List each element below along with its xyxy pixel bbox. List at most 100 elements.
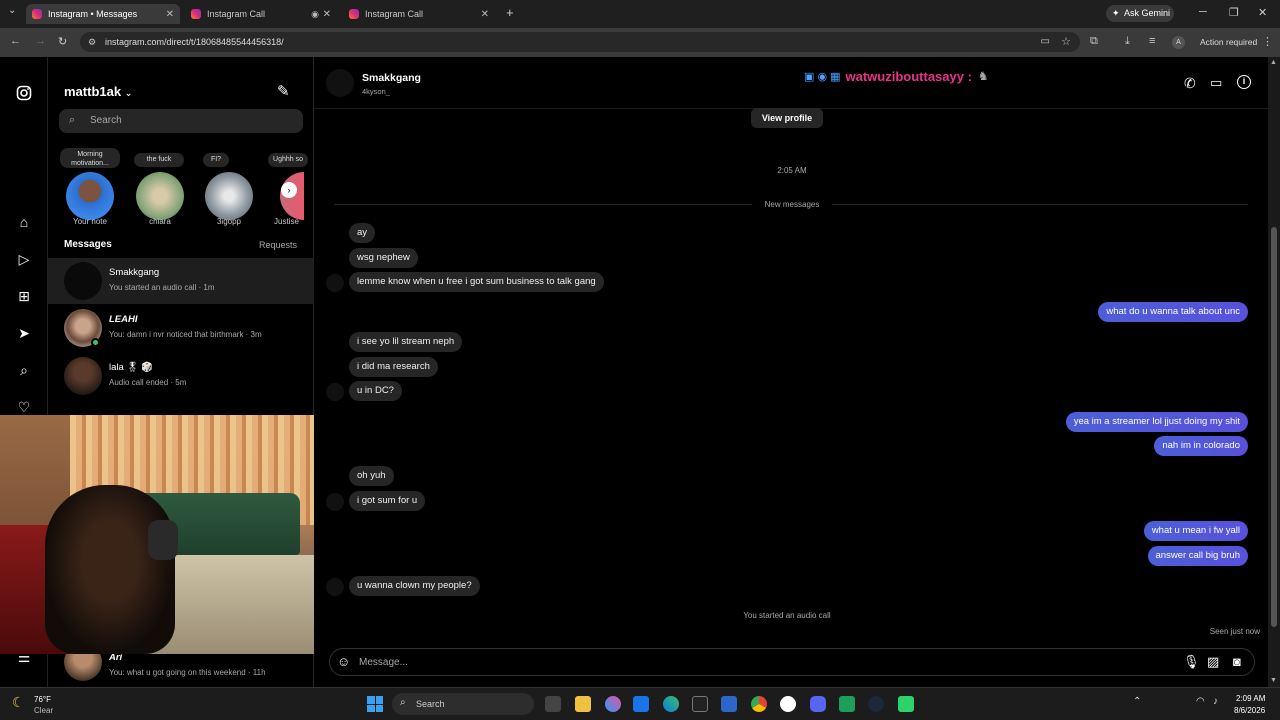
browser-menu-icon[interactable]: ⋮ xyxy=(1262,35,1273,48)
steam-icon[interactable] xyxy=(868,696,884,712)
message-bubble-outgoing[interactable]: nah im in colorado xyxy=(1154,436,1248,456)
page-scrollbar[interactable]: ▲ ▼ xyxy=(1268,57,1280,687)
tab-label: Instagram Call xyxy=(365,9,424,19)
message-bubble-incoming[interactable]: wsg nephew xyxy=(349,248,418,268)
edge-icon[interactable] xyxy=(663,696,679,712)
message-bubble-incoming[interactable]: lemme know when u free i got sum busines… xyxy=(349,272,604,292)
weather-temp[interactable]: 76°F xyxy=(34,695,51,704)
message-input[interactable]: Message... xyxy=(359,657,408,668)
maximize-window-icon[interactable]: ❐ xyxy=(1229,6,1239,19)
message-bubble-incoming[interactable]: i got sum for u xyxy=(349,491,426,511)
bookmark-star-icon[interactable]: ☆ xyxy=(1061,32,1071,52)
note-avatar[interactable] xyxy=(66,172,114,220)
url-field[interactable]: ⚙ instagram.com/direct/t/180684855444563… xyxy=(80,32,1080,52)
instagram-logo-icon[interactable] xyxy=(16,85,32,101)
tab-instagram-call-1[interactable]: Instagram Call ◉ ✕ xyxy=(185,4,337,24)
notifications-heart-icon[interactable]: ♡ xyxy=(16,399,32,415)
profile-avatar[interactable]: A xyxy=(1172,36,1185,49)
task-view-icon[interactable] xyxy=(545,696,561,712)
scroll-up-arrow-icon[interactable]: ▲ xyxy=(1270,59,1277,66)
discord-icon[interactable] xyxy=(810,696,826,712)
app-icon[interactable] xyxy=(839,696,855,712)
emoji-picker-icon[interactable]: ☺ xyxy=(337,654,350,669)
tab-instagram-messages[interactable]: Instagram • Messages ✕ xyxy=(26,4,180,24)
scroll-down-arrow-icon[interactable]: ▼ xyxy=(1270,677,1277,684)
search-box[interactable]: ⌕ Search xyxy=(59,109,303,133)
action-required-label[interactable]: Action required xyxy=(1200,37,1257,47)
conversation-item-lala[interactable]: lala 🎖 🎲 Audio call ended · 5m xyxy=(48,353,314,399)
new-message-compose-icon[interactable]: ✎ xyxy=(277,82,290,100)
conversation-preview: You: what u got going on this weekend · … xyxy=(109,668,266,677)
message-bubble-incoming[interactable]: i did ma research xyxy=(349,357,438,377)
ask-gemini-button[interactable]: ✦ Ask Gemini xyxy=(1106,5,1174,22)
scrollbar-thumb[interactable] xyxy=(1271,227,1277,627)
explore-grid-icon[interactable]: ⊞ xyxy=(16,288,32,304)
message-bubble-outgoing[interactable]: answer call big bruh xyxy=(1147,546,1248,566)
attach-image-icon[interactable]: ▨ xyxy=(1207,654,1219,670)
conversation-item-smakkgang[interactable]: Smakkgang You started an audio call · 1m xyxy=(48,258,314,304)
close-window-icon[interactable]: ✕ xyxy=(1258,6,1267,19)
store-icon[interactable] xyxy=(721,696,737,712)
message-bubble-incoming[interactable]: ay xyxy=(349,223,376,243)
note-avatar[interactable] xyxy=(205,172,253,220)
note-text: Morning motivation... xyxy=(71,151,109,167)
message-composer[interactable]: ☺ Message... 🎙 ▨ ◙ xyxy=(329,648,1255,676)
extensions-icon[interactable]: ⧉ xyxy=(1090,35,1098,48)
close-tab-icon[interactable]: ✕ xyxy=(166,9,174,20)
sticker-icon[interactable]: ◙ xyxy=(1233,654,1241,669)
audio-call-icon[interactable]: ✆ xyxy=(1184,75,1196,92)
close-tab-icon[interactable]: ✕ xyxy=(481,9,489,20)
view-profile-button[interactable]: View profile xyxy=(751,108,823,128)
requests-link[interactable]: Requests xyxy=(259,240,297,250)
close-tab-icon[interactable]: ✕ xyxy=(323,9,331,20)
voice-message-icon[interactable]: 🎙 xyxy=(1183,654,1200,670)
home-icon[interactable]: ⌂ xyxy=(16,214,32,230)
clock-time[interactable]: 2:09 AM xyxy=(1236,694,1265,703)
volume-icon[interactable]: ♪ xyxy=(1213,696,1218,707)
message-bubble-incoming[interactable]: i see yo lil stream neph xyxy=(349,332,463,352)
notes-next-arrow-icon[interactable]: › xyxy=(281,182,297,198)
instagram-favicon-icon xyxy=(349,9,359,19)
note-bubble: FI? xyxy=(203,153,229,167)
clock-date[interactable]: 8/6/2026 xyxy=(1234,706,1265,715)
file-explorer-icon[interactable] xyxy=(575,696,591,712)
start-windows-icon[interactable] xyxy=(367,696,383,712)
downloads-icon[interactable]: ⤓ xyxy=(1125,35,1130,48)
message-bubble-outgoing[interactable]: what u mean i fw yall xyxy=(1143,521,1248,541)
video-call-icon[interactable]: ▭ xyxy=(1210,75,1222,91)
tab-instagram-call-2[interactable]: Instagram Call ✕ xyxy=(343,4,495,24)
chrome-icon[interactable] xyxy=(751,696,767,712)
messages-send-icon[interactable]: ➤ xyxy=(16,325,32,341)
reels-icon[interactable]: ▷ xyxy=(16,251,32,267)
minimize-window-icon[interactable]: ─ xyxy=(1199,6,1207,18)
taskbar-search-box[interactable]: ⌕ Search xyxy=(392,693,534,715)
back-icon[interactable]: ← xyxy=(10,35,21,47)
copilot-icon[interactable] xyxy=(605,696,621,712)
outlook-icon[interactable] xyxy=(633,696,649,712)
forward-icon[interactable]: → xyxy=(35,35,46,47)
message-bubble-outgoing[interactable]: yea im a streamer lol jjust doing my shi… xyxy=(1065,412,1248,432)
show-hidden-icons-icon[interactable]: ⌃ xyxy=(1133,696,1141,707)
new-tab-icon[interactable]: + xyxy=(506,5,514,20)
app-icon-green[interactable] xyxy=(898,696,914,712)
message-bubble-incoming[interactable]: u in DC? xyxy=(349,381,402,401)
reading-list-icon[interactable]: ≡ xyxy=(1149,35,1155,47)
conversation-item-leahi[interactable]: LEAHI You: damn i nvr noticed that birth… xyxy=(48,305,314,351)
conversation-info-icon[interactable]: i xyxy=(1237,75,1251,89)
search-input[interactable]: Search xyxy=(90,115,122,126)
message-bubble-incoming[interactable]: u wanna clown my people? xyxy=(349,576,480,596)
chat-avatar[interactable] xyxy=(326,69,354,97)
note-avatar[interactable] xyxy=(136,172,184,220)
search-icon[interactable]: ⌕ xyxy=(16,362,32,378)
message-bubble-outgoing[interactable]: what do u wanna talk about unc xyxy=(1098,302,1248,322)
reload-icon[interactable]: ↻ xyxy=(58,35,67,48)
cast-icon[interactable]: ▭ xyxy=(1041,32,1050,52)
terminal-icon[interactable] xyxy=(692,696,708,712)
account-switcher[interactable]: mattb1ak ⌄ xyxy=(64,84,132,99)
site-info-icon[interactable]: ⚙ xyxy=(88,32,96,52)
obs-icon[interactable] xyxy=(780,696,796,712)
network-icon[interactable]: ◠ xyxy=(1196,696,1205,707)
message-bubble-incoming[interactable]: oh yuh xyxy=(349,466,394,486)
tab-search-icon[interactable]: ⌄ xyxy=(8,5,16,16)
chat-name[interactable]: Smakkgang xyxy=(362,72,421,84)
